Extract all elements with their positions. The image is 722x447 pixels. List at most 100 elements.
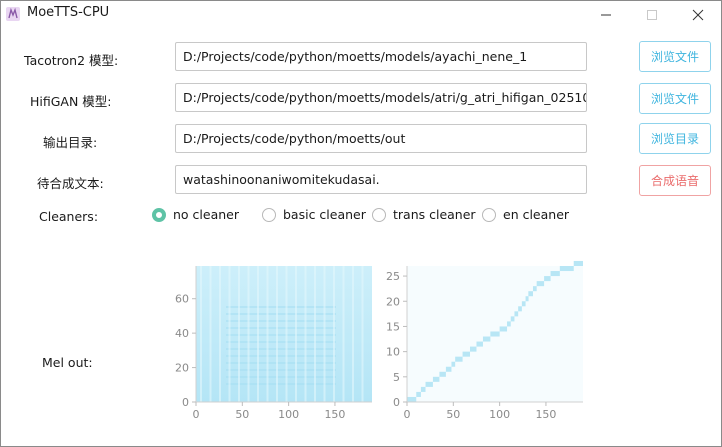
x-tick-label: 150: [535, 408, 556, 421]
x-tick-label: 50: [235, 408, 249, 421]
radio-en-cleaner[interactable]: en cleaner: [482, 207, 569, 222]
alignment-cell: [439, 371, 446, 377]
alignment-cell: [482, 336, 491, 342]
mel-harmonic-band: [226, 369, 336, 371]
radio-unchecked-icon: [482, 207, 496, 222]
window-title: MoeTTS-CPU: [27, 5, 110, 20]
y-tick-label: 60: [175, 293, 189, 306]
maximize-icon[interactable]: [629, 1, 675, 29]
mel-frame-band: [238, 266, 240, 402]
radio-label: en cleaner: [503, 207, 570, 222]
mel-harmonic-band: [226, 376, 336, 378]
y-tick-label: 0: [182, 396, 189, 409]
alignment-cell: [425, 381, 433, 387]
mel-frame-band: [304, 266, 307, 402]
mel-harmonic-band: [226, 383, 336, 385]
mel-frame-band: [200, 266, 202, 402]
alignment-cell: [525, 296, 529, 302]
mel-out-label: Mel out:: [42, 355, 93, 370]
tacotron-model-label: Tacotron2 模型:: [24, 53, 119, 68]
alignment-cell: [416, 391, 421, 397]
alignment-cell: [445, 366, 452, 372]
hifigan-model-label: HifiGAN 模型:: [30, 94, 112, 109]
mel-frame-band: [342, 266, 345, 402]
title-bar: MoeTTS-CPU: [1, 1, 721, 29]
radio-unchecked-icon: [262, 207, 276, 222]
radio-label: no cleaner: [173, 207, 239, 222]
close-icon[interactable]: [675, 1, 721, 29]
mel-frame-band: [295, 266, 297, 402]
mel-frame-band: [247, 266, 250, 402]
mel-frame-band: [228, 266, 231, 402]
alignment-cell: [528, 291, 533, 297]
browse-tacotron-button[interactable]: 浏览文件: [639, 41, 711, 72]
x-tick-label: 0: [404, 408, 411, 421]
mel-harmonic-band: [226, 341, 336, 343]
x-tick-label: 0: [193, 408, 200, 421]
hifigan-model-path-input[interactable]: D:/Projects/code/python/moetts/models/at…: [175, 83, 587, 112]
alignment-cell: [462, 351, 470, 357]
browse-hifigan-button[interactable]: 浏览文件: [639, 83, 711, 114]
radio-basic-cleaner[interactable]: basic cleaner: [262, 207, 366, 222]
mel-harmonic-band: [226, 334, 336, 336]
alignment-cell: [573, 260, 583, 266]
mel-frame-band: [323, 266, 326, 402]
mel-frame-band: [361, 266, 364, 402]
mel-frame-band: [276, 266, 278, 402]
alignment-cell: [544, 276, 551, 282]
alignment-plot: 0 50 100 150 0 5 10 15 20 25: [386, 260, 583, 421]
alignment-cell: [536, 281, 545, 287]
alignment-cell: [420, 386, 426, 392]
minimize-icon[interactable]: [583, 1, 629, 29]
alignment-cell: [476, 341, 483, 347]
mel-frame-band: [219, 266, 221, 402]
radio-unchecked-icon: [372, 207, 386, 222]
x-tick-label: 50: [446, 408, 460, 421]
alignment-cell: [559, 266, 574, 272]
alignment-cell: [518, 306, 522, 312]
synthesize-button[interactable]: 合成语音: [639, 165, 711, 196]
output-dir-label: 输出目录:: [43, 135, 98, 150]
radio-label: trans cleaner: [393, 207, 476, 222]
radio-no-cleaner[interactable]: no cleaner: [152, 207, 239, 222]
x-tick-label: 100: [278, 408, 299, 421]
input-text-field[interactable]: watashinoonaniwomitekudasai.: [175, 165, 587, 194]
app-window: MoeTTS-CPU Tacotron2 模型: D:/Projects/cod…: [0, 0, 722, 447]
mel-frame-band: [257, 266, 259, 402]
tacotron-model-path-input[interactable]: D:/Projects/code/python/moetts/models/ay…: [175, 42, 587, 71]
alignment-cell: [521, 301, 526, 307]
alignment-cell: [499, 326, 508, 332]
alignment-image: [407, 266, 583, 402]
y-tick-label: 40: [175, 327, 189, 340]
mel-spectrogram-image: [196, 266, 372, 402]
mel-harmonic-band: [226, 348, 336, 350]
mel-harmonic-band: [226, 306, 336, 308]
mel-frame-band: [266, 266, 269, 402]
radio-trans-cleaner[interactable]: trans cleaner: [372, 207, 476, 222]
radio-checked-icon: [152, 207, 166, 222]
y-tick-label: 20: [386, 295, 400, 308]
mel-frame-band: [314, 266, 316, 402]
y-tick-label: 0: [393, 396, 400, 409]
alignment-cell: [455, 356, 463, 362]
alignment-cell: [514, 311, 519, 317]
mel-harmonic-band: [226, 313, 336, 315]
alignment-cell: [550, 271, 560, 277]
alignment-cell: [510, 316, 515, 322]
y-tick-label: 5: [393, 371, 400, 384]
alignment-cell: [432, 376, 440, 382]
mel-frame-band: [285, 266, 288, 402]
output-dir-input[interactable]: D:/Projects/code/python/moetts/out: [175, 124, 587, 153]
mel-harmonic-band: [226, 320, 336, 322]
alignment-cell: [490, 331, 500, 337]
y-tick-label: 15: [386, 320, 400, 333]
mel-spectrogram-plot: 0 50 100 150 0 20 40 60: [175, 266, 372, 421]
alignment-cell: [407, 396, 417, 402]
y-tick-label: 25: [386, 270, 400, 283]
cleaners-label: Cleaners:: [39, 209, 99, 224]
browse-output-dir-button[interactable]: 浏览目录: [639, 123, 711, 154]
alignment-cell: [469, 346, 477, 352]
mel-frame-band: [333, 266, 335, 402]
radio-label: basic cleaner: [283, 207, 366, 222]
mel-harmonic-band: [226, 362, 336, 364]
